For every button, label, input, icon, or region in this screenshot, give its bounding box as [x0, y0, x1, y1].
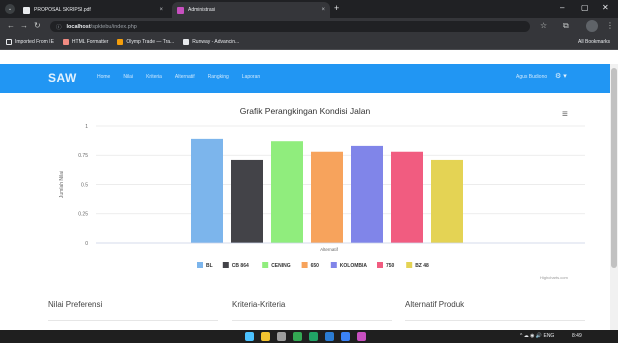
legend-swatch — [301, 262, 308, 268]
legend-item: 750 — [386, 263, 395, 269]
system-tray[interactable]: ^ ☁ ◉ 🔊 ENG — [520, 333, 554, 339]
app-icon[interactable] — [341, 332, 350, 341]
section-kriteria: Kriteria-Kriteria — [232, 300, 286, 309]
section-divider — [232, 320, 392, 321]
clock[interactable]: 8:49 — [572, 333, 582, 339]
word-icon[interactable] — [325, 332, 334, 341]
y-tick-label: 0.75 — [78, 153, 88, 159]
legend-swatch — [330, 262, 337, 268]
y-tick-label: 0 — [85, 241, 88, 247]
section-nilai-preferensi: Nilai Preferensi — [48, 300, 103, 309]
legend-item: CB 864 — [232, 263, 249, 269]
bar-cening — [271, 141, 303, 243]
legend-item: CENING — [271, 263, 291, 269]
y-axis-title: Jumlah Nilai — [59, 171, 65, 198]
y-tick-label: 0.5 — [81, 182, 88, 188]
page-scrollbar[interactable] — [610, 64, 618, 330]
legend-swatch — [377, 262, 383, 268]
legend-item: BL — [206, 263, 213, 269]
scrollbar-thumb[interactable] — [611, 68, 617, 268]
chart-credits[interactable]: Highcharts.com — [540, 275, 568, 280]
notepad-icon[interactable] — [277, 332, 286, 341]
windows-taskbar: ^ ☁ ◉ 🔊 ENG 8:49 — [0, 330, 618, 343]
excel-icon[interactable] — [309, 332, 318, 341]
bar-chart: 0 0.25 0.5 0.75 1 Jumlah Nilai Alternatif BL CB … — [59, 124, 585, 269]
legend-swatch — [262, 262, 269, 268]
section-divider — [48, 320, 218, 321]
start-icon[interactable] — [245, 332, 254, 341]
legend-swatch — [222, 262, 229, 268]
bar-650 — [311, 151, 343, 243]
legend-swatch — [406, 262, 413, 268]
file-explorer-icon[interactable] — [261, 332, 270, 341]
y-tick-label: 0.25 — [78, 212, 88, 218]
bar-750 — [391, 151, 423, 243]
section-divider — [405, 320, 585, 321]
y-tick-label: 1 — [85, 124, 88, 130]
bar-kolombia — [351, 145, 383, 243]
legend-swatch — [197, 262, 203, 268]
bar-bz-48 — [431, 159, 463, 243]
legend-item: KOLOMBIA — [340, 263, 368, 269]
app-icon[interactable] — [357, 332, 366, 341]
legend-item: BZ 48 — [415, 263, 429, 269]
x-axis-title: Alternatif — [320, 247, 339, 252]
bar-bl — [191, 138, 223, 243]
section-alternatif-produk: Alternatif Produk — [405, 300, 465, 309]
bar-cb-864 — [231, 159, 263, 243]
legend-item: 650 — [311, 263, 320, 269]
chrome-icon[interactable] — [293, 332, 302, 341]
